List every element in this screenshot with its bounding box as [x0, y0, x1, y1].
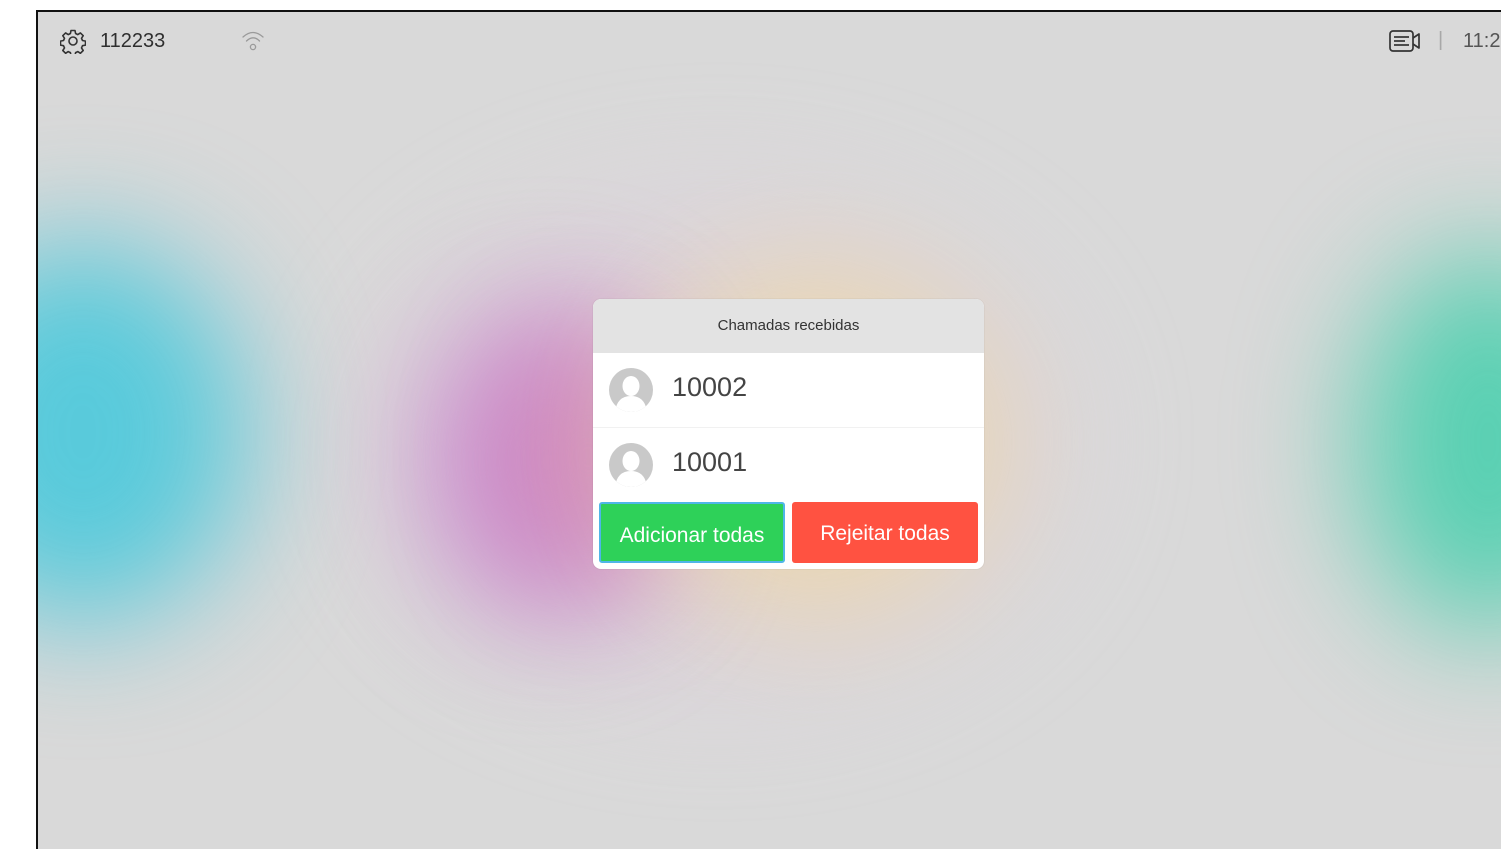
background-blob-cyan — [38, 242, 248, 622]
incoming-calls-dialog: Chamadas recebidas 10002 10001 Adicionar… — [593, 299, 984, 569]
gear-icon[interactable] — [60, 28, 86, 54]
system-number: 112233 — [100, 30, 166, 52]
top-status-bar: 112233 | 11:2 — [38, 12, 1501, 70]
dialog-actions: Adicionar todas Rejeitar todas — [599, 502, 978, 563]
caller-number: 10002 — [672, 372, 748, 402]
dialog-title: Chamadas recebidas — [593, 299, 984, 353]
background-blob-green — [1358, 252, 1501, 632]
wifi-icon — [242, 31, 264, 51]
call-list-item[interactable]: 10001 — [593, 428, 984, 502]
avatar-icon — [609, 368, 653, 412]
camera-icon[interactable] — [1388, 28, 1422, 54]
call-list-item[interactable]: 10002 — [593, 353, 984, 428]
status-separator: | — [1438, 29, 1444, 51]
avatar-icon — [609, 443, 653, 487]
add-all-button[interactable]: Adicionar todas — [599, 502, 785, 563]
reject-all-button[interactable]: Rejeitar todas — [792, 502, 978, 563]
caller-number: 10001 — [672, 447, 748, 477]
video-device-screen: 112233 | 11:2 Chamadas recebidas 10002 1… — [36, 10, 1501, 849]
clock: 11:2 — [1463, 30, 1501, 52]
